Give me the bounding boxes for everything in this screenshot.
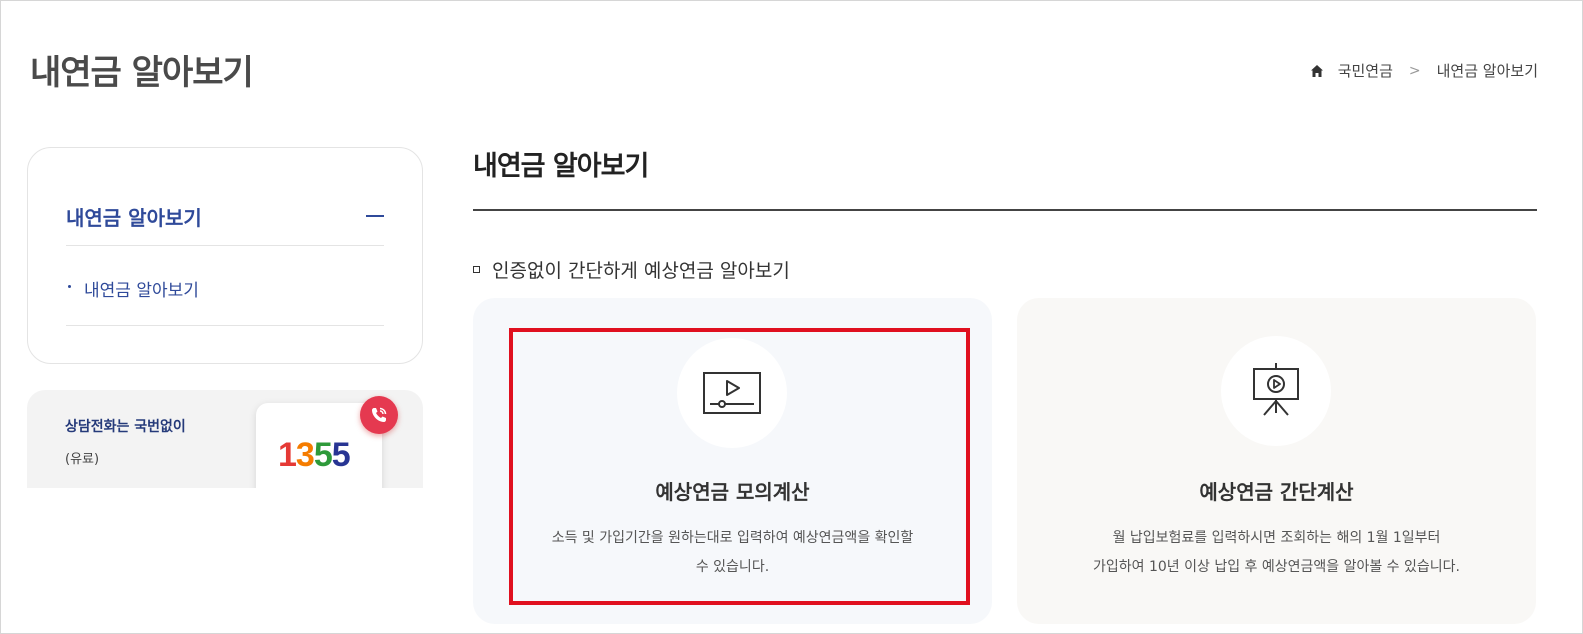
main-title: 내연금 알아보기 bbox=[473, 151, 649, 182]
bullet-dot bbox=[68, 285, 71, 288]
minus-icon[interactable] bbox=[366, 215, 384, 217]
card-simple-calculation[interactable]: 예상연금 간단계산 월 납입보험료를 입력하시면 조회하는 해의 1월 1일부터… bbox=[1017, 298, 1536, 624]
video-player-icon bbox=[703, 372, 761, 414]
title-divider bbox=[473, 209, 1537, 211]
icon-circle bbox=[1221, 336, 1331, 446]
breadcrumb-item-nps[interactable]: 국민연금 bbox=[1338, 60, 1393, 81]
icon-circle bbox=[677, 338, 787, 448]
sidebar-menu: 내연금 알아보기 내연금 알아보기 bbox=[27, 147, 423, 364]
card-title: 예상연금 간단계산 bbox=[1199, 480, 1354, 504]
presentation-board-icon bbox=[1253, 363, 1299, 416]
phone-number: 1355 bbox=[278, 436, 351, 474]
phone-banner-label: 상담전화는 국번없이 bbox=[65, 419, 186, 435]
square-bullet-icon bbox=[473, 266, 480, 273]
section-heading-text: 인증없이 간단하게 예상연금 알아보기 bbox=[492, 260, 790, 282]
divider bbox=[66, 325, 384, 326]
phone-call-icon bbox=[360, 396, 398, 434]
card-title: 예상연금 모의계산 bbox=[655, 480, 810, 504]
sidebar-menu-title[interactable]: 내연금 알아보기 bbox=[66, 202, 202, 231]
home-icon[interactable] bbox=[1310, 64, 1324, 78]
breadcrumb-item-current[interactable]: 내연금 알아보기 bbox=[1437, 60, 1538, 81]
divider bbox=[66, 245, 384, 246]
sidebar-item-label: 내연금 알아보기 bbox=[84, 281, 199, 301]
page-title: 내연금 알아보기 bbox=[30, 53, 254, 93]
breadcrumb: 국민연금 > 내연금 알아보기 bbox=[1310, 60, 1538, 81]
phone-banner-sub: (유료) bbox=[65, 452, 100, 467]
card-description: 월 납입보험료를 입력하시면 조회하는 해의 1월 1일부터 가입하여 10년 … bbox=[1093, 530, 1460, 575]
sidebar-item-my-pension[interactable]: 내연금 알아보기 bbox=[68, 276, 199, 301]
card-simulated-calculation[interactable]: 예상연금 모의계산 소득 및 가입기간을 원하는대로 입력하여 예상연금액을 확… bbox=[473, 298, 992, 624]
card-description: 소득 및 가입기간을 원하는대로 입력하여 예상연금액을 확인할 수 있습니다. bbox=[551, 530, 914, 575]
section-heading: 인증없이 간단하게 예상연금 알아보기 bbox=[473, 256, 790, 283]
phone-banner[interactable]: 상담전화는 국번없이 (유료) 1355 bbox=[27, 390, 423, 488]
breadcrumb-separator: > bbox=[1408, 62, 1421, 79]
